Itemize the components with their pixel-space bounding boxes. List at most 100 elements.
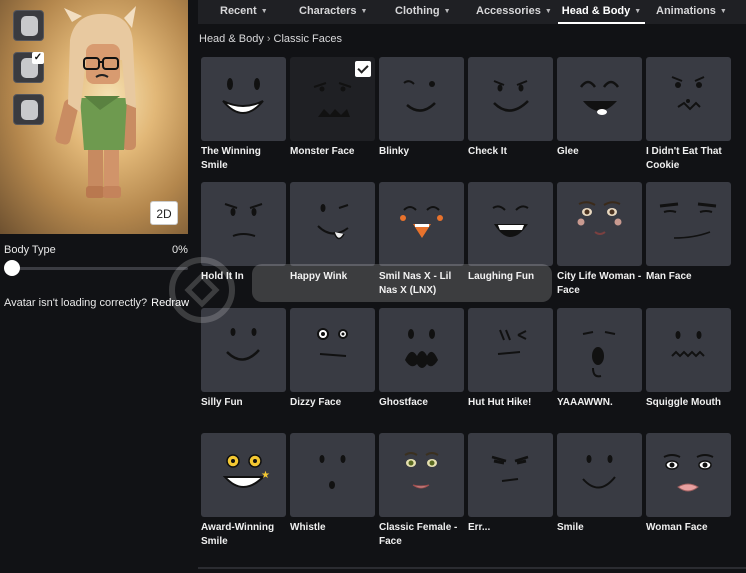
item-card[interactable]: Squiggle Mouth: [646, 308, 731, 410]
avatar-thumb-3[interactable]: [13, 94, 44, 125]
item-name[interactable]: Check It: [468, 145, 553, 159]
item-name[interactable]: YAAAWWN.: [557, 396, 642, 410]
item-thumbnail[interactable]: [201, 182, 286, 266]
item-card[interactable]: Whistle: [290, 433, 375, 535]
item-name[interactable]: Man Face: [646, 270, 731, 284]
item-card[interactable]: Monster Face: [290, 57, 375, 159]
item-thumbnail[interactable]: [557, 308, 642, 392]
item-card[interactable]: Dizzy Face: [290, 308, 375, 410]
item-name[interactable]: Classic Female - Face: [379, 521, 464, 549]
item-name[interactable]: Hold It In: [201, 270, 286, 284]
item-thumbnail[interactable]: [379, 433, 464, 517]
item-card[interactable]: Laughing Fun: [468, 182, 553, 284]
tab-clothing[interactable]: Clothing ▼: [395, 0, 451, 24]
item-name[interactable]: I Didn't Eat That Cookie: [646, 145, 731, 173]
tab-accessories[interactable]: Accessories ▼: [476, 0, 552, 24]
item-thumbnail[interactable]: [557, 433, 642, 517]
grid-bottom-divider: [198, 567, 746, 569]
item-thumbnail[interactable]: [379, 308, 464, 392]
avatar-thumb-2[interactable]: ✓: [13, 52, 44, 83]
item-thumbnail[interactable]: [646, 433, 731, 517]
item-card[interactable]: Ghostface: [379, 308, 464, 410]
item-thumbnail[interactable]: [290, 57, 375, 141]
item-card[interactable]: Happy Wink: [290, 182, 375, 284]
item-card[interactable]: Hold It In: [201, 182, 286, 284]
item-name[interactable]: City Life Woman - Face: [557, 270, 642, 298]
face-icon: [659, 202, 717, 239]
item-card[interactable]: Glee: [557, 57, 642, 159]
item-card[interactable]: Classic Female - Face: [379, 433, 464, 549]
item-name[interactable]: Ghostface: [379, 396, 464, 410]
tab-characters[interactable]: Characters ▼: [299, 0, 367, 24]
item-name[interactable]: Smile: [557, 521, 642, 535]
face-icon: [403, 80, 436, 112]
breadcrumb-parent[interactable]: Head & Body: [199, 33, 264, 45]
tab-label: Recent: [220, 5, 257, 17]
svg-text:★: ★: [261, 470, 270, 481]
item-name[interactable]: Smil Nas X - Lil Nas X (LNX): [379, 270, 464, 298]
item-thumbnail[interactable]: [379, 182, 464, 266]
tab-recent[interactable]: Recent ▼: [220, 0, 268, 24]
item-card[interactable]: Check It: [468, 57, 553, 159]
item-name[interactable]: Happy Wink: [290, 270, 375, 284]
item-thumbnail[interactable]: [290, 182, 375, 266]
item-name[interactable]: Award-Winning Smile: [201, 521, 286, 549]
item-name[interactable]: Squiggle Mouth: [646, 396, 731, 410]
item-thumbnail[interactable]: [468, 57, 553, 141]
chevron-down-icon: ▼: [544, 8, 552, 15]
item-thumbnail[interactable]: ★: [201, 433, 286, 517]
avatar-thumb-1[interactable]: [13, 10, 44, 41]
redraw-link[interactable]: Redraw: [151, 297, 189, 309]
face-icon: [579, 80, 620, 115]
item-name[interactable]: Err...: [468, 521, 553, 535]
item-name[interactable]: Hut Hut Hike!: [468, 396, 553, 410]
item-card[interactable]: ★ Award-Winning Smile: [201, 433, 286, 549]
body-type-slider-knob[interactable]: [4, 260, 20, 276]
item-name[interactable]: Dizzy Face: [290, 396, 375, 410]
tab-label: Head & Body: [561, 5, 631, 17]
item-name[interactable]: Blinky: [379, 145, 464, 159]
item-name[interactable]: Whistle: [290, 521, 375, 535]
face-icon: [226, 328, 260, 361]
item-card[interactable]: The Winning Smile: [201, 57, 286, 173]
item-thumbnail[interactable]: [379, 57, 464, 141]
category-tabs: Recent ▼ Characters ▼ Clothing ▼ Accessorie…: [198, 0, 746, 24]
item-card[interactable]: Man Face: [646, 182, 731, 284]
item-thumbnail[interactable]: [646, 57, 731, 141]
item-card[interactable]: Silly Fun: [201, 308, 286, 410]
item-name[interactable]: Laughing Fun: [468, 270, 553, 284]
item-card[interactable]: YAAAWWN.: [557, 308, 642, 410]
tab-label: Characters: [299, 5, 357, 17]
view-2d-toggle[interactable]: 2D: [150, 201, 178, 225]
item-card[interactable]: I Didn't Eat That Cookie: [646, 57, 731, 173]
body-type-value: 0%: [172, 244, 188, 256]
item-card[interactable]: Hut Hut Hike!: [468, 308, 553, 410]
item-name[interactable]: Glee: [557, 145, 642, 159]
item-name[interactable]: Silly Fun: [201, 396, 286, 410]
item-thumbnail[interactable]: [468, 433, 553, 517]
item-thumbnail[interactable]: [557, 57, 642, 141]
item-card[interactable]: Blinky: [379, 57, 464, 159]
item-thumbnail[interactable]: [468, 182, 553, 266]
item-name[interactable]: Monster Face: [290, 145, 375, 159]
body-type-slider-track[interactable]: [8, 267, 188, 270]
item-thumbnail[interactable]: [646, 308, 731, 392]
item-card[interactable]: Woman Face: [646, 433, 731, 535]
item-thumbnail[interactable]: [557, 182, 642, 266]
item-thumbnail[interactable]: [290, 433, 375, 517]
item-card[interactable]: City Life Woman - Face: [557, 182, 642, 298]
tab-head-body[interactable]: Head & Body ▼: [558, 0, 645, 24]
item-thumbnail[interactable]: [646, 182, 731, 266]
item-card[interactable]: Err...: [468, 433, 553, 535]
item-thumbnail[interactable]: [468, 308, 553, 392]
item-name[interactable]: Woman Face: [646, 521, 731, 535]
item-thumbnail[interactable]: [201, 308, 286, 392]
face-icon: [222, 78, 264, 114]
item-thumbnail[interactable]: [290, 308, 375, 392]
item-card[interactable]: Smil Nas X - Lil Nas X (LNX): [379, 182, 464, 298]
item-thumbnail[interactable]: [201, 57, 286, 141]
face-icon: [405, 329, 438, 368]
item-card[interactable]: Smile: [557, 433, 642, 535]
item-name[interactable]: The Winning Smile: [201, 145, 286, 173]
tab-animations[interactable]: Animations ▼: [656, 0, 727, 24]
